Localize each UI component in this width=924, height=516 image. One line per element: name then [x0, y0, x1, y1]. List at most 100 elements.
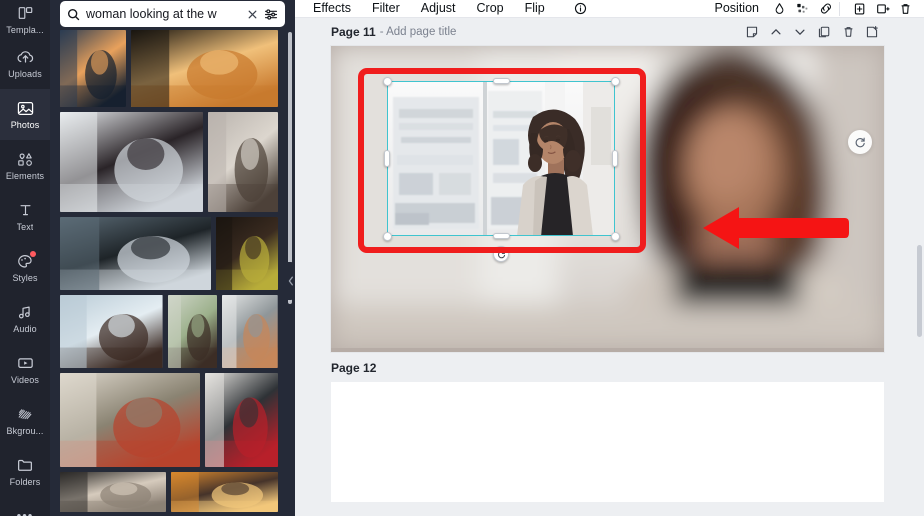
- image-toolbar: Effects Filter Adjust Crop Flip Position: [295, 0, 924, 18]
- move-up-icon[interactable]: [764, 22, 788, 42]
- thumbnail-image: [167, 295, 218, 368]
- photo-grid-row: [60, 295, 278, 368]
- duplicate-page-icon[interactable]: [851, 1, 868, 16]
- info-icon[interactable]: [572, 1, 589, 16]
- handle-middle-right[interactable]: [612, 150, 618, 167]
- close-icon[interactable]: [247, 9, 258, 20]
- photo-thumbnail-woman-sitting-by-window[interactable]: [222, 295, 278, 368]
- filter-sliders-icon[interactable]: [264, 8, 278, 21]
- transparency-icon[interactable]: [771, 1, 788, 16]
- elements-icon: [15, 150, 35, 168]
- move-down-icon[interactable]: [788, 22, 812, 42]
- photos-panel: [50, 0, 295, 516]
- link-icon[interactable]: [817, 1, 834, 16]
- page-12-canvas[interactable]: [331, 382, 884, 502]
- add-page-icon[interactable]: [860, 22, 884, 42]
- sidebar-label-styles: Styles: [12, 273, 38, 283]
- sidebar-item-elements[interactable]: Elements: [0, 140, 50, 191]
- sidebar-item-folders[interactable]: Folders: [0, 446, 50, 497]
- thumbnail-image: [60, 30, 126, 107]
- handle-bottom-center[interactable]: [492, 233, 510, 239]
- add-page-title-button[interactable]: - Add page title: [380, 26, 457, 38]
- sidebar-item-templates[interactable]: Templa...: [0, 0, 50, 38]
- rotate-handle[interactable]: [493, 246, 509, 262]
- animate-icon[interactable]: [794, 1, 811, 16]
- sidebar-item-text[interactable]: Text: [0, 191, 50, 242]
- photo-thumbnail-woman-blonde-in-car[interactable]: [60, 217, 211, 290]
- text-icon: [15, 201, 35, 219]
- folders-icon: [15, 456, 35, 474]
- panel-collapse-button[interactable]: [285, 262, 295, 300]
- sidebar-item-more[interactable]: ••• More: [0, 497, 50, 516]
- photo-thumbnail-woman-silhouette-yellow-wall[interactable]: [216, 217, 278, 290]
- audio-icon: [15, 303, 35, 321]
- search-box[interactable]: [60, 1, 285, 27]
- photo-thumbnail-child-in-red-dress[interactable]: [205, 373, 278, 467]
- page-label: Page 12: [331, 361, 377, 375]
- sidebar-label-templates: Templa...: [6, 25, 44, 35]
- add-page-icon[interactable]: [874, 1, 891, 16]
- sidebar-item-background[interactable]: Bkgrou...: [0, 395, 50, 446]
- handle-bottom-left[interactable]: [382, 231, 392, 241]
- duplicate-icon[interactable]: [812, 22, 836, 42]
- filter-button[interactable]: Filter: [372, 2, 400, 15]
- crop-button[interactable]: Crop: [477, 2, 504, 15]
- trash-icon[interactable]: [836, 22, 860, 42]
- thumbnail-image: [171, 472, 278, 512]
- page-11-canvas[interactable]: [331, 46, 884, 352]
- handle-top-left[interactable]: [382, 76, 392, 86]
- thumbnail-image: [216, 217, 278, 290]
- sidebar-item-photos[interactable]: Photos: [0, 89, 50, 140]
- effects-button[interactable]: Effects: [313, 2, 351, 15]
- photo-grid-row: [60, 30, 278, 107]
- handle-top-center[interactable]: [492, 78, 510, 84]
- flip-button[interactable]: Flip: [525, 2, 545, 15]
- thumbnail-image: [60, 112, 203, 212]
- delete-icon[interactable]: [897, 1, 914, 16]
- thumbnail-image: [222, 295, 278, 368]
- handle-top-right[interactable]: [610, 76, 620, 86]
- sidebar-item-styles[interactable]: Styles: [0, 242, 50, 293]
- thumbnail-image: [60, 295, 163, 368]
- sidebar-label-folders: Folders: [9, 477, 41, 487]
- sidebar-item-audio[interactable]: Audio: [0, 293, 50, 344]
- photo-thumbnail-woman-facing-greenery[interactable]: [167, 295, 218, 368]
- canvas-scroll-area[interactable]: Page 11 - Add page title Page 12: [295, 18, 924, 516]
- videos-icon: [15, 354, 35, 372]
- page-block-11: Page 11 - Add page title: [295, 18, 924, 352]
- photo-thumbnail-woman-at-window-office[interactable]: [60, 112, 203, 212]
- sidebar-label-videos: Videos: [11, 375, 39, 385]
- position-button[interactable]: Position: [715, 2, 759, 15]
- photo-thumbnail-woman-drinking-coffee[interactable]: [208, 112, 278, 212]
- handle-middle-left[interactable]: [384, 150, 390, 167]
- canva-editor-window: Templa... Uploads Photos Elements Text S…: [0, 0, 924, 516]
- background-icon: [15, 405, 35, 423]
- search-icon: [67, 8, 80, 21]
- photo-grid-row: [60, 373, 278, 467]
- photo-thumbnail-woman-behind-blinds[interactable]: [131, 30, 278, 107]
- photo-thumbnail-interior-room-dark[interactable]: [60, 472, 166, 512]
- sidebar-item-uploads[interactable]: Uploads: [0, 38, 50, 89]
- photo-thumbnail-warm-window-light[interactable]: [171, 472, 278, 512]
- handle-bottom-right[interactable]: [610, 231, 620, 241]
- thumbnail-image: [208, 112, 278, 212]
- selected-image-element[interactable]: [387, 81, 615, 236]
- styles-icon: [15, 251, 36, 270]
- reset-rotation-button[interactable]: [848, 130, 872, 154]
- photo-grid-row: [60, 472, 278, 512]
- photos-icon: [15, 99, 35, 117]
- adjust-button[interactable]: Adjust: [421, 2, 456, 15]
- photo-grid-row: [60, 112, 278, 212]
- notes-icon[interactable]: [740, 22, 764, 42]
- templates-icon: [15, 4, 35, 22]
- photo-results-grid: [60, 30, 278, 516]
- photo-thumbnail-woman-in-kitchen[interactable]: [60, 373, 200, 467]
- uploads-icon: [15, 48, 35, 66]
- photo-thumbnail-man-looking-out-window[interactable]: [60, 295, 163, 368]
- sidebar-label-background: Bkgrou...: [6, 426, 44, 436]
- thumbnail-image: [60, 217, 211, 290]
- search-input[interactable]: [86, 7, 241, 21]
- photo-thumbnail-city-lights-night[interactable]: [60, 30, 126, 107]
- sidebar-item-videos[interactable]: Videos: [0, 344, 50, 395]
- editor-scrollbar[interactable]: [917, 245, 922, 337]
